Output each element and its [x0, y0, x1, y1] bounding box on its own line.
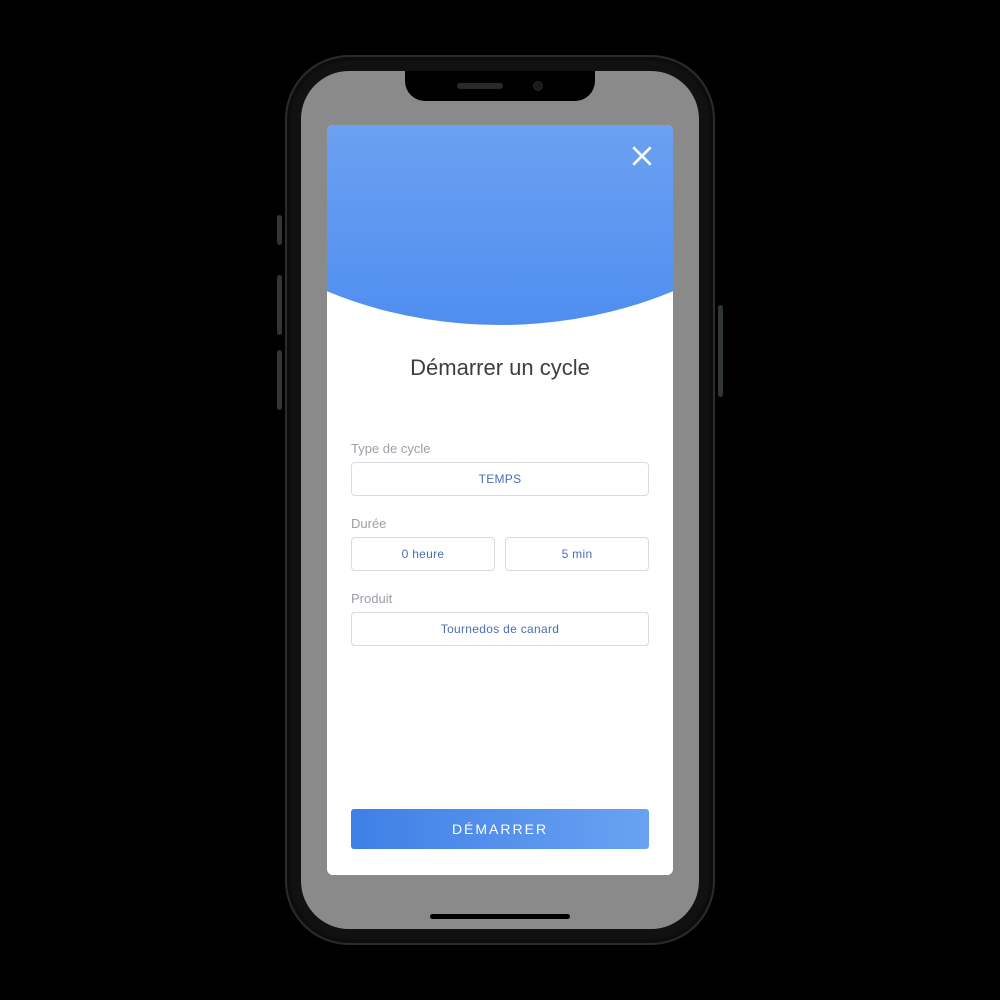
duration-minutes-select[interactable]: 5 min [505, 537, 649, 571]
modal-title: Démarrer un cycle [351, 355, 649, 381]
duration-hours-select[interactable]: 0 heure [351, 537, 495, 571]
mute-switch [277, 215, 282, 245]
speaker-grill [457, 83, 503, 89]
front-camera [533, 81, 543, 91]
duration-group: Durée 0 heure 5 min [351, 516, 649, 571]
cycle-type-label: Type de cycle [351, 441, 649, 456]
modal-header [327, 125, 673, 325]
duration-minutes-value: 5 min [562, 547, 593, 561]
power-button [718, 305, 723, 397]
close-icon [629, 143, 655, 169]
header-gradient-arc [327, 125, 673, 325]
modal-footer: DÉMARRER [327, 809, 673, 875]
cycle-type-select[interactable]: TEMPS [351, 462, 649, 496]
modal-content: Démarrer un cycle Type de cycle TEMPS Du… [327, 325, 673, 809]
product-group: Produit Tournedos de canard [351, 591, 649, 646]
phone-frame: Démarrer un cycle Type de cycle TEMPS Du… [285, 55, 715, 945]
volume-up-button [277, 275, 282, 335]
duration-label: Durée [351, 516, 649, 531]
product-label: Produit [351, 591, 649, 606]
close-button[interactable] [625, 139, 659, 173]
product-value: Tournedos de canard [441, 622, 559, 636]
start-cycle-modal: Démarrer un cycle Type de cycle TEMPS Du… [327, 125, 673, 875]
volume-down-button [277, 350, 282, 410]
phone-screen: Démarrer un cycle Type de cycle TEMPS Du… [301, 71, 699, 929]
cycle-type-value: TEMPS [479, 472, 522, 486]
duration-hours-value: 0 heure [402, 547, 445, 561]
start-button[interactable]: DÉMARRER [351, 809, 649, 849]
home-indicator [430, 914, 570, 919]
cycle-type-group: Type de cycle TEMPS [351, 441, 649, 496]
start-button-label: DÉMARRER [452, 821, 548, 837]
product-select[interactable]: Tournedos de canard [351, 612, 649, 646]
phone-bezel: Démarrer un cycle Type de cycle TEMPS Du… [291, 61, 709, 939]
notch [405, 71, 595, 101]
